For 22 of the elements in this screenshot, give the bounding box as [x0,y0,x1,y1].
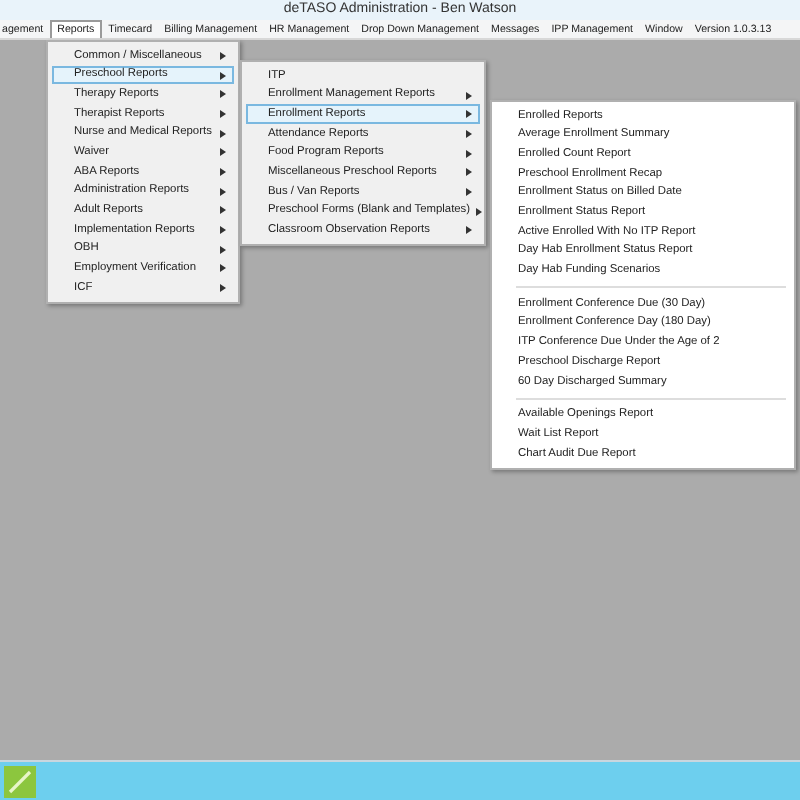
app-icon[interactable] [4,766,36,798]
submenu-arrow-icon [220,187,226,196]
submenu-arrow-icon [220,167,226,176]
submenu-arrow-icon [476,207,483,216]
submenu-arrow-icon [220,71,226,80]
submenu-arrow-icon [466,168,472,177]
submenu-arrow-icon [466,187,472,196]
submenu-arrow-icon [220,129,226,138]
submenu-arrow-icon [220,226,226,235]
submenu-arrow-icon [466,129,472,138]
submenu-arrow-icon [220,148,226,157]
submenu-arrow-icon [220,109,226,118]
submenu-arrow-icon [466,149,472,158]
submenu-arrow-icon [220,284,226,293]
submenu-arrow-icon [466,226,472,235]
submenu-arrow-icon [466,110,472,119]
submenu-arrow-icon [220,245,226,254]
submenu-arrow-icon [220,51,226,60]
submenu-arrow-icon [220,90,226,99]
submenu-arrow-icon [466,91,472,100]
submenu-arrow-icon [220,264,226,273]
submenu-arrow-icon [220,206,226,215]
